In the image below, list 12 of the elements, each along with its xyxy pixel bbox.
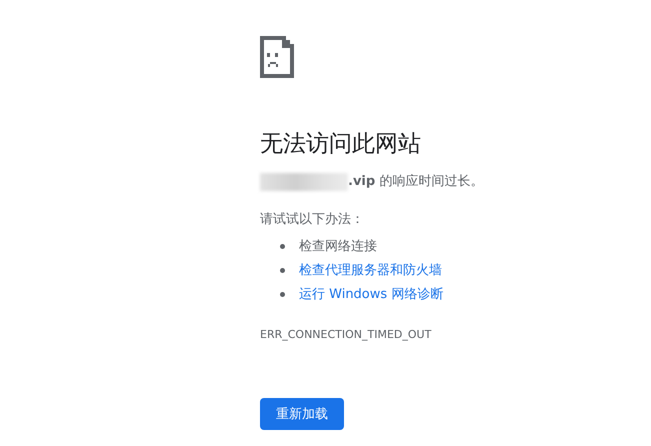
sad-page-icon bbox=[260, 36, 294, 78]
suggestion-link[interactable]: 检查代理服务器和防火墙 bbox=[299, 261, 442, 279]
suggestion-link[interactable]: 运行 Windows 网络诊断 bbox=[299, 285, 444, 303]
error-message: .vip 的响应时间过长。 bbox=[348, 173, 484, 191]
bullet-icon bbox=[280, 292, 285, 296]
bullet-icon bbox=[280, 244, 285, 248]
error-code: ERR_CONNECTION_TIMED_OUT bbox=[260, 328, 432, 342]
bullet-icon bbox=[280, 268, 285, 272]
suggestion-text: 检查网络连接 bbox=[299, 238, 377, 255]
suggestions-heading: 请试试以下办法： bbox=[260, 211, 365, 229]
reload-button[interactable]: 重新加载 bbox=[260, 398, 344, 430]
error-title: 无法访问此网站 bbox=[260, 130, 422, 159]
